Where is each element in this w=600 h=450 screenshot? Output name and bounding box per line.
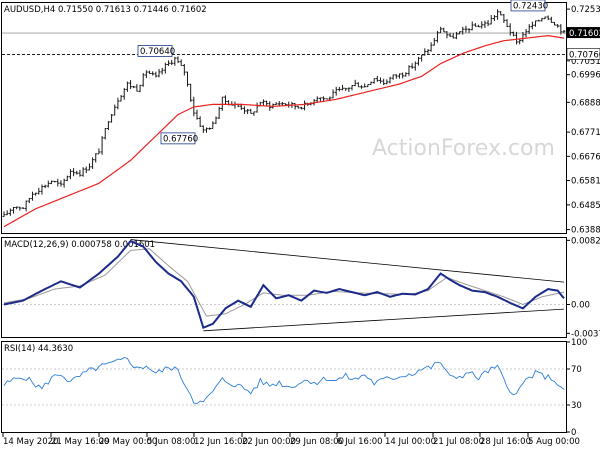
price-y-tick-label: 0.72535 (571, 5, 600, 15)
price-y-tick-label: 0.65810 (571, 177, 600, 187)
rsi-y-tick-label: 30 (571, 401, 582, 411)
chart-background (0, 0, 600, 450)
current-price-label: 0.71602 (569, 29, 600, 39)
x-tick-label: 29 Jun 08:00 (290, 437, 344, 447)
macd-y-tick-label: 0.00 (571, 301, 590, 311)
price-y-tick-label: 0.63885 (571, 226, 600, 236)
price-annotation-label: 0.67760 (163, 134, 198, 144)
price-y-tick-label: 0.64855 (571, 201, 600, 211)
price-annotation-label: 0.72430 (513, 1, 548, 11)
price-header: AUDUSD,H4 0.71550 0.71613 0.71446 0.7160… (4, 5, 207, 15)
watermark: ActionForex.com (372, 136, 555, 161)
x-tick-label: 6 Jul 16:00 (337, 437, 383, 447)
price-y-tick-label: 0.67710 (571, 128, 600, 138)
reference-level-label: 0.70760 (569, 50, 600, 60)
x-tick-label: 5 Jun 08:00 (147, 437, 196, 447)
price-annotation: 0.70640 (137, 45, 175, 57)
x-tick-label: 22 Jun 00:00 (242, 437, 296, 447)
x-tick-label: 28 Jul 16:00 (480, 437, 531, 447)
ohlc-bar (325, 98, 329, 100)
price-y-tick-label: 0.68880 (571, 98, 600, 108)
rsi-header: RSI(14) 44.3630 (4, 344, 73, 354)
price-y-tick-label: 0.66760 (571, 152, 600, 162)
x-tick-label: 14 Jul 00:00 (385, 437, 436, 447)
x-tick-label: 21 Jul 08:00 (433, 437, 484, 447)
rsi-y-tick-label: 100 (571, 338, 587, 348)
forex-chart: ActionForex.com AUDUSD,H4 0.71550 0.7161… (0, 0, 600, 450)
price-annotation: 0.72430 (510, 0, 548, 11)
macd-y-tick-label: 0.008296 (571, 236, 600, 246)
price-annotation: 0.67760 (160, 132, 198, 144)
x-tick-label: 12 Jun 16:00 (194, 437, 248, 447)
price-y-tick-label: 0.69965 (571, 71, 600, 81)
price-annotation-label: 0.70640 (140, 47, 175, 57)
x-tick-label: 5 Aug 00:00 (528, 437, 580, 447)
rsi-y-tick-label: 70 (571, 365, 582, 375)
